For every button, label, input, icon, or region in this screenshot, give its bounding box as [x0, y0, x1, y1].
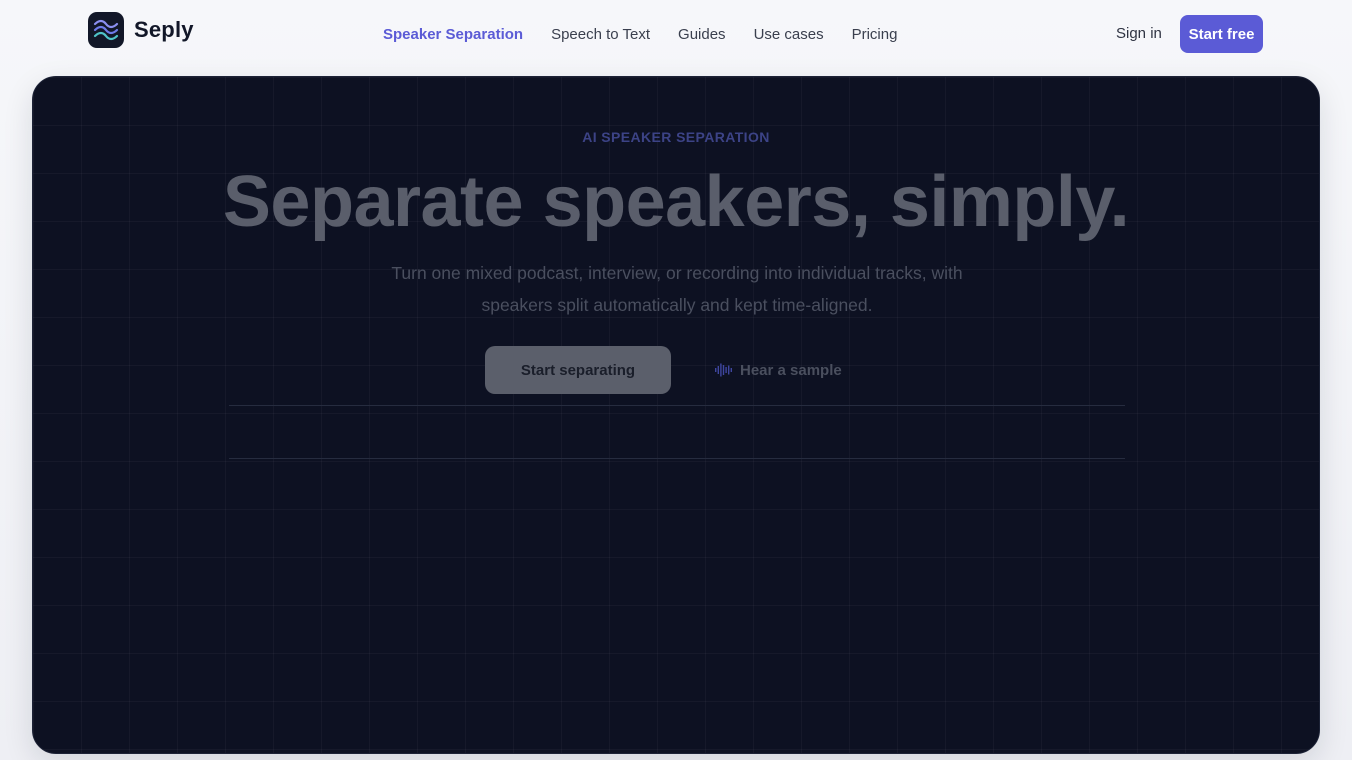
hero-eyebrow: AI SPEAKER SEPARATION — [582, 129, 770, 145]
sign-in-link[interactable]: Sign in — [1116, 23, 1162, 45]
hero-divider-bottom — [229, 458, 1125, 459]
hear-sample-label: Hear a sample — [740, 361, 842, 379]
main-nav: Speaker Separation Speech to Text Guides… — [383, 23, 897, 45]
start-free-button[interactable]: Start free — [1180, 15, 1263, 53]
hero-headline: Separate speakers, simply. — [222, 162, 1130, 242]
nav-speech-to-text[interactable]: Speech to Text — [551, 26, 650, 43]
hero-divider-top — [229, 405, 1125, 406]
page: Seply Speaker Separation Speech to Text … — [0, 0, 1352, 760]
nav-pricing[interactable]: Pricing — [852, 26, 898, 43]
nav-speaker-separation[interactable]: Speaker Separation — [383, 26, 523, 43]
hero-section: AI SPEAKER SEPARATION Separate speakers,… — [32, 76, 1320, 754]
audio-wave-icon — [715, 363, 732, 377]
brand-name: Seply — [134, 17, 194, 42]
brand-logo-link[interactable]: Seply — [88, 12, 194, 48]
nav-guides[interactable]: Guides — [678, 26, 726, 43]
nav-use-cases[interactable]: Use cases — [754, 26, 824, 43]
site-header: Seply Speaker Separation Speech to Text … — [0, 0, 1352, 68]
waves-icon — [88, 12, 124, 48]
hear-sample-link[interactable]: Hear a sample — [715, 359, 842, 381]
start-separating-button[interactable]: Start separating — [485, 346, 671, 394]
hero-subtitle: Turn one mixed podcast, interview, or re… — [391, 263, 963, 315]
